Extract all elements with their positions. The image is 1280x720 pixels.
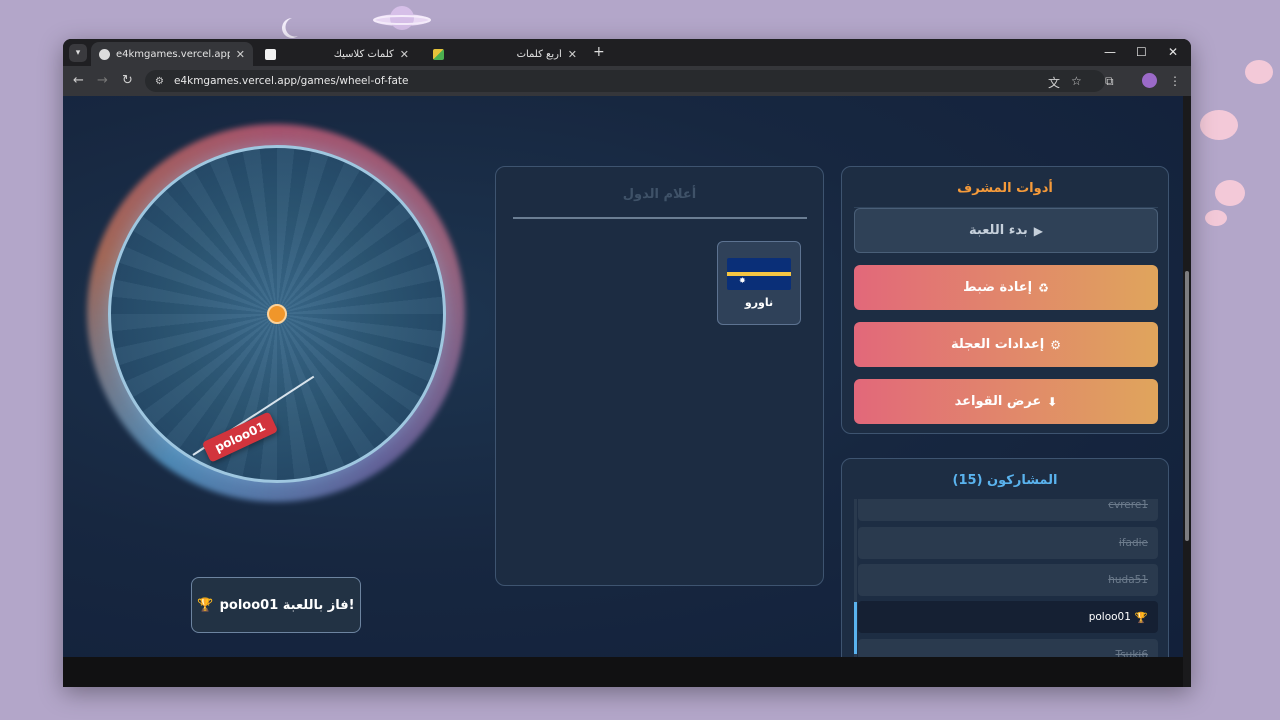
trophy-icon: 🏆 bbox=[197, 597, 214, 613]
list-item: huda51 bbox=[858, 564, 1158, 596]
flag-card[interactable]: ✸ ناورو bbox=[717, 241, 801, 325]
start-game-label: بدء اللعبة bbox=[969, 223, 1028, 238]
back-icon[interactable]: ← bbox=[73, 73, 84, 88]
page-footer-bar bbox=[63, 657, 1183, 687]
recycle-icon: ♻ bbox=[1038, 280, 1049, 295]
planet-decoration bbox=[373, 6, 431, 30]
reload-icon[interactable]: ↻ bbox=[122, 73, 133, 88]
wheel-settings-label: إعدادات العجلة bbox=[950, 337, 1045, 352]
admin-tools-panel: أدوات المشرف بدء اللعبة ▶ إعادة ضبط ♻ إع… bbox=[841, 166, 1169, 434]
extensions-icon[interactable]: ⧉ bbox=[1105, 74, 1114, 89]
menu-icon[interactable]: ⋮ bbox=[1169, 74, 1181, 88]
minimize-icon[interactable]: — bbox=[1104, 45, 1116, 59]
start-game-button[interactable]: بدء اللعبة ▶ bbox=[854, 208, 1158, 253]
blossom-decoration bbox=[1215, 180, 1245, 206]
wheel-of-fate[interactable]: poloo01 bbox=[87, 124, 465, 502]
trophy-icon: 🏆 bbox=[1134, 611, 1148, 624]
list-item: cvrere1 bbox=[858, 499, 1158, 521]
page-scrollbar[interactable] bbox=[1183, 96, 1191, 687]
tab-four-words[interactable]: أربع كلمات ✕ bbox=[425, 42, 585, 66]
blossom-decoration bbox=[1205, 210, 1227, 226]
gear-icon: ⚙ bbox=[1050, 337, 1062, 352]
list-item: Tsuki6 bbox=[858, 639, 1158, 657]
tab-bar: ▾ e4kmgames.vercel.app/games/ ✕ كلمات كل… bbox=[63, 39, 1191, 66]
wheel-settings-button[interactable]: إعدادات العجلة ⚙ bbox=[854, 322, 1158, 367]
browser-window: ▾ e4kmgames.vercel.app/games/ ✕ كلمات كل… bbox=[63, 39, 1191, 687]
close-tab-icon[interactable]: ✕ bbox=[568, 48, 577, 61]
address-bar: ← → ↻ ⚙ e4kmgames.vercel.app/games/wheel… bbox=[63, 66, 1191, 96]
list-scrollbar[interactable] bbox=[854, 499, 857, 657]
reset-button[interactable]: إعادة ضبط ♻ bbox=[854, 265, 1158, 310]
admin-title: أدوات المشرف bbox=[957, 181, 1053, 196]
nauru-flag-icon: ✸ bbox=[727, 258, 791, 290]
close-window-icon[interactable]: ✕ bbox=[1168, 45, 1178, 59]
bookmark-star-icon[interactable]: ☆ bbox=[1071, 74, 1082, 88]
participant-name: huda51 bbox=[1108, 574, 1148, 586]
translate-icon[interactable]: 文 bbox=[1048, 74, 1060, 91]
maximize-icon[interactable]: ☐ bbox=[1136, 45, 1147, 59]
profile-avatar[interactable] bbox=[1142, 73, 1157, 88]
list-item: poloo01 🏆 bbox=[858, 601, 1158, 633]
tab-title: أربع كلمات bbox=[516, 48, 562, 60]
game-page: poloo01 🏆 poloo01 فاز باللعبة! أعلام الد… bbox=[63, 96, 1183, 657]
show-rules-label: عرض القواعد bbox=[954, 394, 1042, 409]
divider bbox=[513, 217, 807, 219]
close-tab-icon[interactable]: ✕ bbox=[400, 48, 409, 61]
play-icon: ▶ bbox=[1033, 223, 1043, 238]
down-arrow-icon: ⬇ bbox=[1047, 394, 1058, 409]
moon-decoration bbox=[282, 18, 298, 38]
url-text: e4kmgames.vercel.app/games/wheel-of-fate bbox=[173, 75, 409, 87]
participants-list[interactable]: cvrere1 ifadie huda51 poloo01 🏆 Tsuki6 bbox=[854, 499, 1158, 657]
participant-name: Tsuki6 bbox=[1115, 649, 1148, 657]
tab-title: كلمات كلاسيك bbox=[333, 48, 394, 60]
reset-label: إعادة ضبط bbox=[963, 280, 1033, 295]
flags-panel: أعلام الدول ✸ ناورو bbox=[495, 166, 824, 586]
participants-title: المشاركون (15) bbox=[952, 473, 1058, 488]
participants-panel: المشاركون (15) cvrere1 ifadie huda51 pol… bbox=[841, 458, 1169, 657]
site-favicon-icon bbox=[433, 48, 444, 60]
site-info-icon[interactable]: ⚙ bbox=[155, 76, 164, 87]
wheel-hub bbox=[267, 304, 287, 324]
url-field[interactable]: ⚙ e4kmgames.vercel.app/games/wheel-of-fa… bbox=[145, 70, 1105, 92]
participant-name: cvrere1 bbox=[1108, 499, 1148, 511]
list-item: ifadie bbox=[858, 527, 1158, 559]
site-favicon-icon bbox=[99, 48, 110, 60]
tab-wheel-of-fate[interactable]: e4kmgames.vercel.app/games/ ✕ bbox=[91, 42, 253, 66]
participant-name: poloo01 bbox=[1088, 611, 1131, 623]
flags-title: أعلام الدول bbox=[622, 187, 697, 202]
show-rules-button[interactable]: عرض القواعد ⬇ bbox=[854, 379, 1158, 424]
new-tab-button[interactable]: + bbox=[593, 44, 605, 60]
forward-icon[interactable]: → bbox=[97, 73, 108, 88]
tab-search-button[interactable]: ▾ bbox=[69, 44, 87, 62]
blossom-decoration bbox=[1200, 110, 1238, 140]
close-tab-icon[interactable]: ✕ bbox=[236, 48, 245, 61]
winner-text: poloo01 فاز باللعبة! bbox=[219, 597, 355, 613]
participant-name: ifadie bbox=[1118, 537, 1148, 549]
tab-title: e4kmgames.vercel.app/games/ bbox=[116, 48, 230, 60]
winner-banner: 🏆 poloo01 فاز باللعبة! bbox=[191, 577, 361, 633]
flag-country-name: ناورو bbox=[744, 296, 774, 309]
site-favicon-icon bbox=[265, 48, 276, 60]
tab-classic-words[interactable]: كلمات كلاسيك ✕ bbox=[257, 42, 417, 66]
blossom-decoration bbox=[1245, 60, 1273, 84]
